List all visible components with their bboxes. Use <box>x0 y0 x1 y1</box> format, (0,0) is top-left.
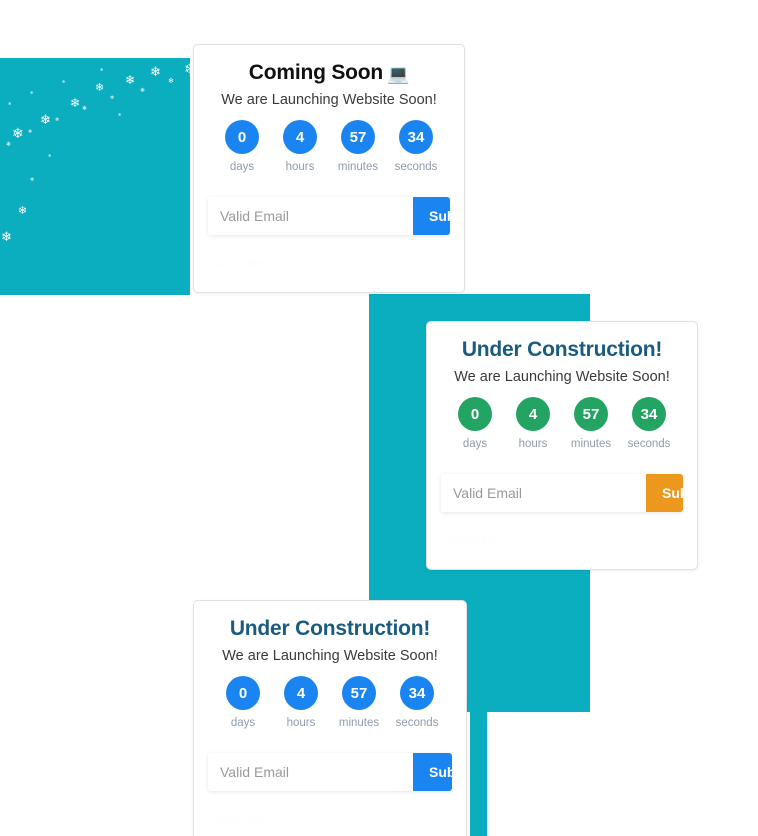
countdown-unit-days: 0 days <box>218 676 268 729</box>
under-construction-card-blue: Under Construction! We are Launching Web… <box>193 600 467 836</box>
countdown-unit-minutes: 57 minutes <box>566 397 616 450</box>
countdown-unit-hours: 4 hours <box>276 676 326 729</box>
countdown-value-hours: 4 <box>284 676 318 710</box>
card-subtitle: We are Launching Website Soon! <box>221 92 437 108</box>
countdown-label-minutes: minutes <box>338 717 380 729</box>
laptop-icon: 💻 <box>387 64 410 84</box>
teal-panel-strip <box>470 712 487 836</box>
countdown-unit-minutes: 57 minutes <box>333 120 383 173</box>
countdown-unit-seconds: 34 seconds <box>392 676 442 729</box>
countdown-value-hours: 4 <box>283 120 317 154</box>
subscribe-form: Submit <box>208 197 450 235</box>
countdown-label-minutes: minutes <box>337 161 379 173</box>
page-stage: ❄❄❄❄❄❄❄❄❄❄❄❄❄❄❄❄❄❄❄❄❄❄❄ Coming Soon💻 We … <box>0 0 758 836</box>
card-title-text: Coming Soon <box>248 61 384 84</box>
countdown-timer: 0 days 4 hours 57 minutes 34 seconds <box>194 120 464 173</box>
countdown-label-seconds: seconds <box>627 438 671 450</box>
countdown-unit-hours: 4 hours <box>508 397 558 450</box>
countdown-value-seconds: 34 <box>632 397 666 431</box>
countdown-timer: 0 days 4 hours 57 minutes 34 seconds <box>194 676 466 729</box>
email-input[interactable] <box>441 474 646 512</box>
countdown-label-minutes: minutes <box>570 438 612 450</box>
countdown-label-days: days <box>230 717 256 729</box>
card-subtitle: We are Launching Website Soon! <box>222 648 438 664</box>
countdown-unit-minutes: 57 minutes <box>334 676 384 729</box>
countdown-unit-days: 0 days <box>450 397 500 450</box>
subscribe-form: Submit <box>441 474 683 512</box>
countdown-label-seconds: seconds <box>394 161 438 173</box>
card-subtitle: We are Launching Website Soon! <box>454 369 670 385</box>
under-construction-card-green: Under Construction! We are Launching Web… <box>426 321 698 570</box>
countdown-unit-seconds: 34 seconds <box>624 397 674 450</box>
email-input[interactable] <box>208 753 413 791</box>
countdown-label-days: days <box>462 438 488 450</box>
page-title: Under Construction! <box>427 338 697 362</box>
countdown-value-days: 0 <box>458 397 492 431</box>
countdown-label-hours: hours <box>518 438 548 450</box>
countdown-timer: 0 days 4 hours 57 minutes 34 seconds <box>427 397 697 450</box>
countdown-value-minutes: 57 <box>574 397 608 431</box>
submit-button[interactable]: Submit <box>646 474 683 512</box>
countdown-label-days: days <box>229 161 255 173</box>
countdown-label-seconds: seconds <box>395 717 439 729</box>
subscribe-form: Submit <box>208 753 452 791</box>
card-title-text: Under Construction! <box>461 338 663 361</box>
ghost-watermark: Subscribe <box>443 533 497 547</box>
submit-button[interactable]: Submit <box>413 197 450 235</box>
countdown-label-hours: hours <box>286 717 316 729</box>
countdown-value-seconds: 34 <box>399 120 433 154</box>
countdown-label-hours: hours <box>285 161 315 173</box>
countdown-unit-seconds: 34 seconds <box>391 120 441 173</box>
page-title: Under Construction! <box>194 617 466 641</box>
page-title: Coming Soon 💻 <box>194 61 464 85</box>
countdown-value-minutes: 57 <box>341 120 375 154</box>
coming-soon-card: Coming Soon 💻 We are Launching Website So… <box>193 44 465 293</box>
countdown-value-minutes: 57 <box>342 676 376 710</box>
countdown-unit-hours: 4 hours <box>275 120 325 173</box>
ghost-watermark: Subscribe <box>210 256 264 270</box>
countdown-unit-days: 0 days <box>217 120 267 173</box>
countdown-value-seconds: 34 <box>400 676 434 710</box>
teal-panel-top-left <box>0 58 190 295</box>
email-input[interactable] <box>208 197 413 235</box>
countdown-value-days: 0 <box>226 676 260 710</box>
card-title-text: Under Construction! <box>229 617 431 640</box>
submit-button[interactable]: Submit <box>413 753 452 791</box>
ghost-watermark: Subscribe <box>210 812 264 826</box>
countdown-value-days: 0 <box>225 120 259 154</box>
countdown-value-hours: 4 <box>516 397 550 431</box>
